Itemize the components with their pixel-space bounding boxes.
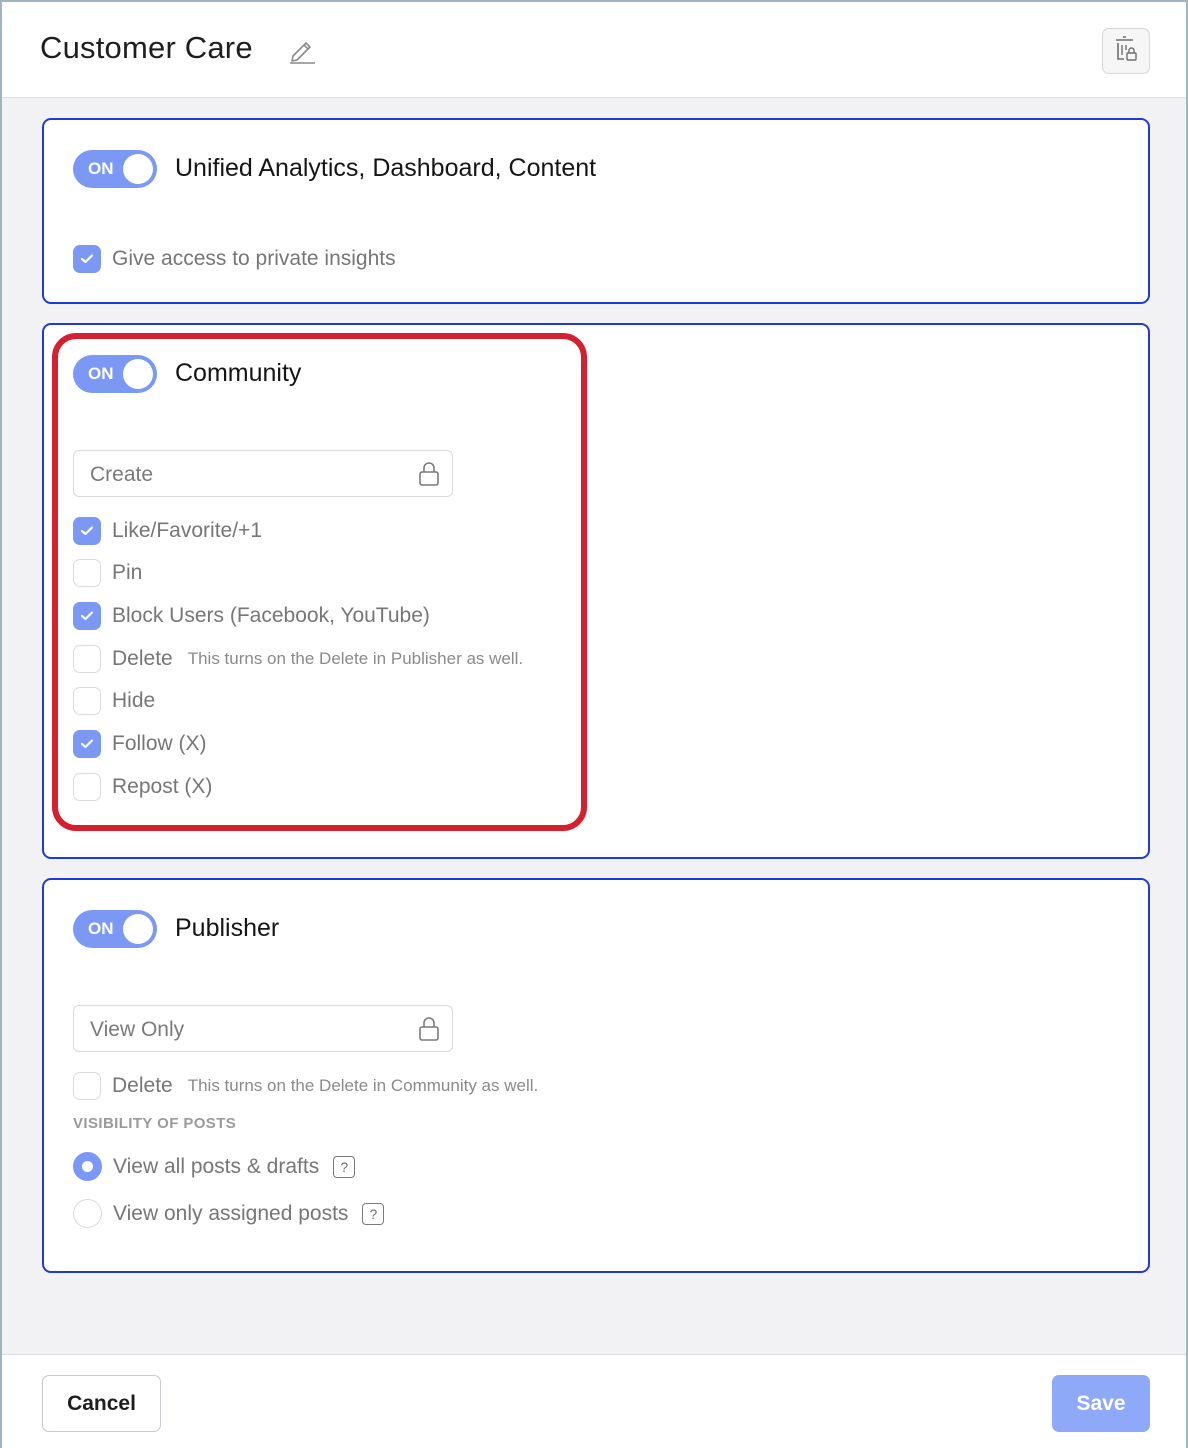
community-access-select[interactable]: Create	[73, 450, 453, 497]
like-label: Like/Favorite/+1	[112, 519, 262, 542]
lock-icon	[418, 461, 440, 487]
view-assigned-radio[interactable]	[73, 1199, 102, 1228]
check-icon	[80, 739, 94, 749]
publisher-delete-label: Delete	[112, 1074, 173, 1097]
visibility-option-assigned[interactable]: View only assigned posts ?	[73, 1199, 385, 1228]
dialog-frame: Customer Care ON Unified Analytics, Dash…	[0, 0, 1188, 1448]
pencil-icon[interactable]	[287, 34, 317, 64]
toggle-knob	[123, 359, 153, 389]
publisher-access-select[interactable]: View Only	[73, 1005, 453, 1052]
view-all-label: View all posts & drafts	[113, 1154, 320, 1178]
role-permissions-button[interactable]	[1102, 28, 1150, 74]
analytics-section-title: Unified Analytics, Dashboard, Content	[175, 154, 597, 182]
help-icon[interactable]: ?	[333, 1155, 356, 1178]
pin-checkbox[interactable]	[73, 559, 101, 587]
private-insights-label: Give access to private insights	[112, 247, 396, 270]
dialog-header: Customer Care	[2, 2, 1186, 98]
publisher-delete-hint: This turns on the Delete in Community as…	[187, 1076, 539, 1095]
check-icon	[80, 611, 94, 621]
block-users-checkbox[interactable]	[73, 602, 101, 630]
community-section-card: ON Community Create Like/Favorite/+1 Pin…	[42, 323, 1150, 859]
toggle-knob	[123, 914, 153, 944]
community-delete-label: Delete	[112, 647, 173, 670]
community-option-like[interactable]: Like/Favorite/+1	[73, 517, 262, 545]
private-insights-checkbox[interactable]	[73, 245, 101, 273]
community-section-title: Community	[175, 359, 302, 387]
toggle-knob	[123, 154, 153, 184]
view-assigned-label: View only assigned posts	[113, 1201, 349, 1225]
check-icon	[80, 526, 94, 536]
repost-checkbox[interactable]	[73, 773, 101, 801]
toggle-on-label: ON	[88, 159, 114, 178]
private-insights-option[interactable]: Give access to private insights	[73, 245, 396, 273]
publisher-section-title: Publisher	[175, 914, 280, 942]
publisher-delete-checkbox[interactable]	[73, 1072, 101, 1100]
community-option-hide[interactable]: Hide	[73, 687, 155, 715]
help-icon[interactable]: ?	[362, 1202, 385, 1225]
visibility-heading: VISIBILITY OF POSTS	[73, 1115, 237, 1132]
visibility-option-all[interactable]: View all posts & drafts ?	[73, 1152, 356, 1181]
toggle-on-label: ON	[88, 364, 114, 383]
community-toggle[interactable]: ON	[73, 355, 157, 393]
publisher-access-value: View Only	[90, 1018, 185, 1041]
repost-label: Repost (X)	[112, 775, 213, 798]
community-option-delete[interactable]: Delete This turns on the Delete in Publi…	[73, 645, 523, 673]
save-button[interactable]: Save	[1052, 1375, 1150, 1432]
block-users-label: Block Users (Facebook, YouTube)	[112, 604, 430, 627]
dialog-footer: Cancel Save	[2, 1354, 1186, 1448]
community-delete-hint: This turns on the Delete in Publisher as…	[187, 649, 524, 668]
analytics-toggle[interactable]: ON	[73, 150, 157, 188]
role-permissions-icon	[1113, 35, 1139, 67]
hide-checkbox[interactable]	[73, 687, 101, 715]
view-all-radio[interactable]	[73, 1152, 102, 1181]
community-option-repost[interactable]: Repost (X)	[73, 773, 212, 801]
community-delete-checkbox[interactable]	[73, 645, 101, 673]
community-option-block-users[interactable]: Block Users (Facebook, YouTube)	[73, 602, 430, 630]
check-icon	[80, 254, 94, 264]
analytics-section-card: ON Unified Analytics, Dashboard, Content…	[42, 118, 1150, 304]
publisher-toggle[interactable]: ON	[73, 910, 157, 948]
like-checkbox[interactable]	[73, 517, 101, 545]
cancel-button[interactable]: Cancel	[42, 1375, 161, 1432]
follow-checkbox[interactable]	[73, 730, 101, 758]
toggle-on-label: ON	[88, 919, 114, 938]
hide-label: Hide	[112, 689, 156, 712]
page-title: Customer Care	[40, 30, 253, 65]
follow-label: Follow (X)	[112, 732, 207, 755]
community-access-value: Create	[90, 463, 154, 486]
community-option-follow[interactable]: Follow (X)	[73, 730, 207, 758]
community-option-pin[interactable]: Pin	[73, 559, 142, 587]
publisher-section-card: ON Publisher View Only Delete This turns…	[42, 878, 1150, 1273]
lock-icon	[418, 1016, 440, 1042]
publisher-option-delete[interactable]: Delete This turns on the Delete in Commu…	[73, 1072, 538, 1100]
pin-label: Pin	[112, 561, 143, 584]
